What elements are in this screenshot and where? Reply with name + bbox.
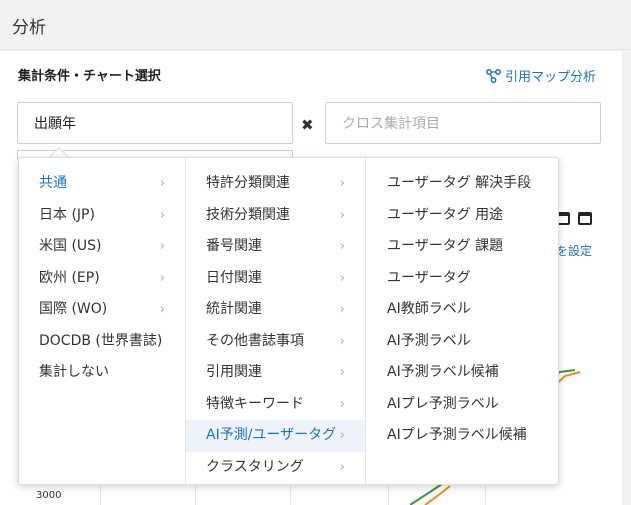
chevron-right-icon: ›	[339, 207, 345, 223]
menu-item[interactable]: 特徴キーワード ›	[186, 389, 365, 421]
chevron-right-icon: ›	[339, 459, 345, 475]
menu-item[interactable]: ユーザータグ 解決手段	[366, 168, 559, 200]
chevron-right-icon: ›	[339, 239, 345, 254]
menu-item-label: 特許分類関連	[206, 175, 290, 191]
menu-item[interactable]: 技術分類関連 ›	[186, 200, 365, 232]
window-icon[interactable]	[578, 212, 592, 225]
chevron-right-icon: ›	[159, 270, 165, 286]
menu-item-label: AI予測ラベル	[387, 332, 471, 349]
menu-item[interactable]: AI予測/ユーザータグ ›	[186, 420, 365, 452]
cite-map-analysis-link[interactable]: 引用マップ分析	[486, 66, 596, 85]
menu-item-label: ユーザータグ	[387, 269, 471, 286]
menu-item-label: DOCDB (世界書誌)	[39, 332, 163, 349]
chevron-right-icon: ›	[339, 428, 345, 443]
cite-map-label: 引用マップ分析	[505, 70, 597, 85]
dropdown-column-category: 特許分類関連 › 技術分類関連 › 番号関連 › 日付関連 › 統計関連 › その他書誌事項 › 引用関…	[186, 158, 366, 484]
app-header: 分析	[0, 0, 631, 50]
menu-item[interactable]: その他書誌事項 ›	[186, 326, 365, 358]
aggregation-field-value: 出願年	[34, 116, 76, 132]
menu-item-label: 日本 (JP)	[39, 206, 95, 223]
menu-item-label: 米国 (US)	[39, 238, 102, 254]
menu-item-label: その他書誌事項	[206, 332, 304, 349]
menu-item-label: AIプレ予測ラベル	[387, 395, 499, 412]
y-tick-label: 3000	[36, 490, 62, 501]
menu-item-label: 共通	[39, 175, 67, 191]
chevron-right-icon: ›	[159, 176, 165, 191]
grid-line	[100, 486, 101, 505]
chevron-right-icon: ›	[159, 239, 165, 254]
menu-item-label: ユーザータグ 用途	[387, 206, 504, 223]
menu-item[interactable]: 引用関連 ›	[186, 357, 365, 389]
menu-item[interactable]: DOCDB (世界書誌)	[19, 326, 185, 358]
menu-item[interactable]: 欧州 (EP) ›	[19, 263, 185, 295]
network-icon	[486, 68, 501, 83]
menu-item[interactable]: AIプレ予測ラベル候補	[366, 420, 559, 452]
series-line-green	[410, 483, 443, 505]
menu-item[interactable]: ユーザータグ 課題	[366, 231, 559, 263]
grid-line	[195, 486, 196, 505]
menu-item-label: ユーザータグ 課題	[387, 238, 504, 254]
menu-item[interactable]: 国際 (WO) ›	[19, 294, 185, 326]
page-title: 分析	[12, 18, 46, 38]
menu-item-label: 引用関連	[206, 364, 262, 380]
chevron-right-icon: ›	[339, 302, 345, 317]
menu-item[interactable]: AI予測ラベル	[366, 326, 559, 358]
aggregation-field[interactable]: 出願年	[17, 102, 293, 144]
menu-item[interactable]: 日本 (JP) ›	[19, 200, 185, 232]
menu-item-label: 集計しない	[39, 364, 109, 380]
menu-item-label: 欧州 (EP)	[39, 269, 100, 286]
menu-item[interactable]: 集計しない	[19, 357, 185, 389]
menu-item-label: AIプレ予測ラベル候補	[387, 427, 527, 443]
menu-item-label: 統計関連	[206, 301, 262, 317]
menu-item-label: AI予測ラベル候補	[387, 364, 499, 380]
menu-item[interactable]: AI予測ラベル候補	[366, 357, 559, 389]
chevron-right-icon: ›	[339, 396, 345, 412]
setting-link[interactable]: を設定	[556, 242, 592, 259]
chevron-right-icon: ›	[159, 207, 165, 223]
menu-item-label: ユーザータグ 解決手段	[387, 175, 532, 191]
menu-item[interactable]: クラスタリング ›	[186, 452, 365, 484]
menu-item[interactable]: ユーザータグ	[366, 263, 559, 295]
category-dropdown: 共通 › 日本 (JP) › 米国 (US) › 欧州 (EP) › 国際 (WO) › DOCDB…	[18, 157, 559, 485]
menu-item-label: 特徴キーワード	[206, 395, 304, 412]
menu-item[interactable]: 番号関連 ›	[186, 231, 365, 263]
dropdown-column-region: 共通 › 日本 (JP) › 米国 (US) › 欧州 (EP) › 国際 (WO) › DOCDB…	[19, 158, 186, 484]
menu-item[interactable]: AIプレ予測ラベル	[366, 389, 559, 421]
menu-item-label: 番号関連	[206, 238, 262, 254]
menu-item-label: 国際 (WO)	[39, 301, 108, 317]
menu-item[interactable]: 日付関連 ›	[186, 263, 365, 295]
clear-icon[interactable]: ✖	[301, 116, 314, 134]
menu-item[interactable]: 共通 ›	[19, 168, 185, 200]
cross-aggregation-placeholder: クロス集計項目	[342, 116, 440, 132]
menu-item-label: AI教師ラベル	[387, 301, 471, 317]
menu-item[interactable]: 統計関連 ›	[186, 294, 365, 326]
grid-line	[388, 486, 389, 505]
menu-item[interactable]: 米国 (US) ›	[19, 231, 185, 263]
grid-line	[290, 486, 291, 505]
menu-item-label: 技術分類関連	[206, 206, 290, 223]
chevron-right-icon: ›	[339, 176, 345, 191]
chart-toolbar	[556, 212, 592, 225]
menu-item[interactable]: 特許分類関連 ›	[186, 168, 365, 200]
chevron-right-icon: ›	[339, 270, 345, 286]
chevron-right-icon: ›	[159, 302, 165, 317]
cross-aggregation-field[interactable]: クロス集計項目	[325, 102, 601, 144]
menu-item[interactable]: AI教師ラベル	[366, 294, 559, 326]
menu-item[interactable]: ユーザータグ 用途	[366, 200, 559, 232]
section-title: 集計条件・チャート選択	[18, 69, 161, 84]
series-line-orange	[424, 485, 451, 505]
chevron-right-icon: ›	[339, 365, 345, 380]
menu-item-label: AI予測/ユーザータグ	[206, 427, 337, 443]
dropdown-column-item: ユーザータグ 解決手段 ユーザータグ 用途 ユーザータグ 課題 ユーザータグ AI教師ラ…	[366, 158, 559, 484]
chevron-right-icon: ›	[339, 333, 345, 349]
menu-item-label: クラスタリング	[206, 458, 304, 475]
menu-item-label: 日付関連	[206, 269, 262, 286]
